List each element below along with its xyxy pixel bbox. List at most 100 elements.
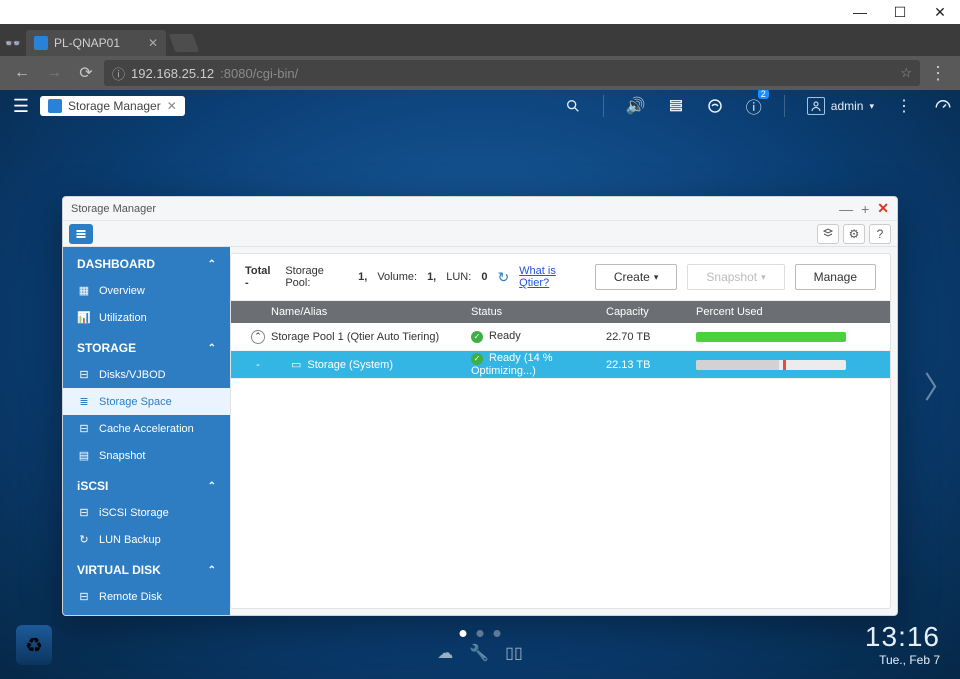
chevron-down-icon: ▾ — [869, 101, 874, 112]
desktop: ☰ Storage Manager ✕ 🔊 ⓘ2 a — [0, 90, 960, 679]
collapse-minus-icon[interactable]: - — [252, 359, 264, 371]
sidebar-item[interactable]: ⊟ Disks/VJBOD — [63, 361, 230, 388]
table-row[interactable]: ⌃Storage Pool 1 (Qtier Auto Tiering)✓Rea… — [231, 323, 890, 351]
sidebar-item-label: Disks/VJBOD — [99, 369, 166, 381]
incognito-icon: 👓 — [0, 30, 26, 56]
window-title: Storage Manager — [71, 203, 156, 215]
volume-value: 1, — [427, 271, 436, 283]
more-menu-button[interactable]: ⋮ — [896, 96, 912, 116]
sidebar-item-label: Remote Disk — [99, 591, 162, 603]
disks-icon: ⊟ — [77, 368, 91, 381]
volume-label: Volume: — [377, 271, 417, 283]
dashboard-meter-icon[interactable] — [934, 97, 952, 115]
table-row[interactable]: -▭Storage (System)✓Ready (14 % Optimizin… — [231, 351, 890, 379]
main-menu-button[interactable]: ☰ — [8, 93, 34, 119]
create-button[interactable]: Create▾ — [595, 264, 678, 290]
bottom-tray-icons: ☁ 🔧 ▯▯ — [437, 643, 523, 663]
devices-icon[interactable] — [706, 97, 724, 115]
view-toggle-button[interactable] — [69, 224, 93, 244]
desktop-pager[interactable] — [460, 630, 501, 637]
reload-button[interactable]: ⟳ — [72, 59, 100, 87]
next-page-arrow[interactable]: 〉 — [924, 363, 954, 407]
tasks-icon[interactable] — [668, 98, 684, 114]
sidebar-item[interactable]: ⊟External Device — [63, 610, 230, 615]
clock-time: 13:16 — [865, 621, 940, 653]
window-minimize-button[interactable]: — — [840, 0, 880, 24]
usage-bar — [696, 332, 846, 342]
summary-bar: Total - Storage Pool: 1, Volume: 1, LUN:… — [231, 254, 890, 301]
pager-dot[interactable] — [477, 630, 484, 637]
window-titlebar[interactable]: Storage Manager — + ✕ — [63, 197, 897, 221]
sidebar-section-header[interactable]: DASHBOARD⌃ — [63, 247, 230, 277]
sidebar-section-header[interactable]: VIRTUAL DISK⌃ — [63, 553, 230, 583]
bookmark-star-icon[interactable]: ☆ — [900, 65, 912, 81]
chevron-up-icon: ⌃ — [208, 481, 216, 492]
browser-tab[interactable]: PL-QNAP01 ✕ — [26, 30, 166, 56]
expand-toggle-icon[interactable]: ⌃ — [251, 330, 265, 344]
utilization-icon: 📊 — [77, 311, 91, 324]
key-icon[interactable]: 🔧 — [469, 643, 489, 663]
status-ok-icon: ✓ — [471, 331, 483, 343]
recycle-bin-icon[interactable]: ♻ — [16, 625, 52, 665]
new-tab-button[interactable] — [169, 34, 200, 52]
window-minimize-dash-icon[interactable]: — — [839, 201, 853, 217]
cell-used — [696, 360, 890, 370]
help-button[interactable]: ? — [869, 224, 891, 244]
user-menu[interactable]: admin ▾ — [807, 97, 874, 115]
notifications-icon[interactable]: ⓘ2 — [746, 94, 762, 118]
sidebar-item[interactable]: ≣Storage Space — [63, 388, 230, 415]
snapshot-button[interactable]: Snapshot▾ — [687, 264, 784, 290]
volume-icon[interactable]: 🔊 — [626, 96, 646, 116]
sidebar-item[interactable]: ⊟ Cache Acceleration — [63, 415, 230, 442]
app-window-tab[interactable]: Storage Manager ✕ — [40, 96, 185, 116]
url-path: :8080/cgi-bin/ — [220, 66, 298, 81]
window-maximize-plus-icon[interactable]: + — [861, 201, 869, 217]
qtier-help-link[interactable]: What is Qtier? — [519, 265, 585, 289]
browser-menu-button[interactable]: ⋮ — [924, 63, 952, 84]
sidebar-item[interactable]: ⊟iSCSI Storage — [63, 499, 230, 526]
address-bar[interactable]: ⓘ 192.168.25.12 :8080/cgi-bin/ ☆ — [104, 60, 920, 86]
sidebar-item-label: Snapshot — [99, 450, 145, 462]
tab-close-icon[interactable]: ✕ — [148, 36, 158, 50]
forward-button[interactable]: → — [40, 59, 68, 87]
cloud-icon[interactable]: ☁ — [437, 643, 453, 663]
sidebar-item-label: LUN Backup — [99, 534, 161, 546]
refresh-icon[interactable]: ↻ — [497, 269, 509, 286]
window-close-button[interactable]: ✕ — [920, 0, 960, 24]
chevron-up-icon: ⌃ — [208, 565, 216, 576]
sidebar-item[interactable]: ↻LUN Backup — [63, 526, 230, 553]
app-tab-close-icon[interactable]: ✕ — [167, 99, 177, 113]
back-button[interactable]: ← — [8, 59, 36, 87]
sidebar-item[interactable]: ▤Snapshot — [63, 442, 230, 469]
windows-titlebar: — ☐ ✕ — [0, 0, 960, 24]
separator — [784, 95, 785, 117]
sidebar-item-label: Storage Space — [99, 396, 172, 408]
lun-label: LUN: — [446, 271, 471, 283]
sidebar-item[interactable]: ▦Overview — [63, 277, 230, 304]
sidebar-section-header[interactable]: STORAGE⌃ — [63, 331, 230, 361]
pager-dot[interactable] — [494, 630, 501, 637]
book-icon[interactable]: ▯▯ — [505, 643, 523, 663]
chevron-up-icon: ⌃ — [208, 259, 216, 270]
search-icon[interactable] — [565, 98, 581, 114]
url-host: 192.168.25.12 — [131, 66, 214, 81]
browser-toolbar: ← → ⟳ ⓘ 192.168.25.12 :8080/cgi-bin/ ☆ ⋮ — [0, 56, 960, 90]
pools-value: 1, — [358, 271, 367, 283]
sidebar-section-header[interactable]: iSCSI⌃ — [63, 469, 230, 499]
settings-gear-button[interactable]: ⚙ — [843, 224, 865, 244]
window-maximize-button[interactable]: ☐ — [880, 0, 920, 24]
cache-icon: ⊟ — [77, 422, 91, 435]
pager-dot[interactable] — [460, 630, 467, 637]
notification-badge: 2 — [758, 90, 769, 99]
pools-label: Storage Pool: — [285, 265, 348, 289]
sidebar-item[interactable]: 📊Utilization — [63, 304, 230, 331]
col-name-header: Name/Alias — [271, 306, 471, 318]
window-close-x-icon[interactable]: ✕ — [877, 200, 889, 217]
sidebar-item[interactable]: ⊟Remote Disk — [63, 583, 230, 610]
qtier-button[interactable] — [817, 224, 839, 244]
cell-capacity: 22.70 TB — [606, 331, 696, 343]
manage-button[interactable]: Manage — [795, 264, 876, 290]
iscsi-icon: ⊟ — [77, 506, 91, 519]
sidebar-item-label: Cache Acceleration — [99, 423, 194, 435]
site-info-icon[interactable]: ⓘ — [112, 64, 125, 83]
